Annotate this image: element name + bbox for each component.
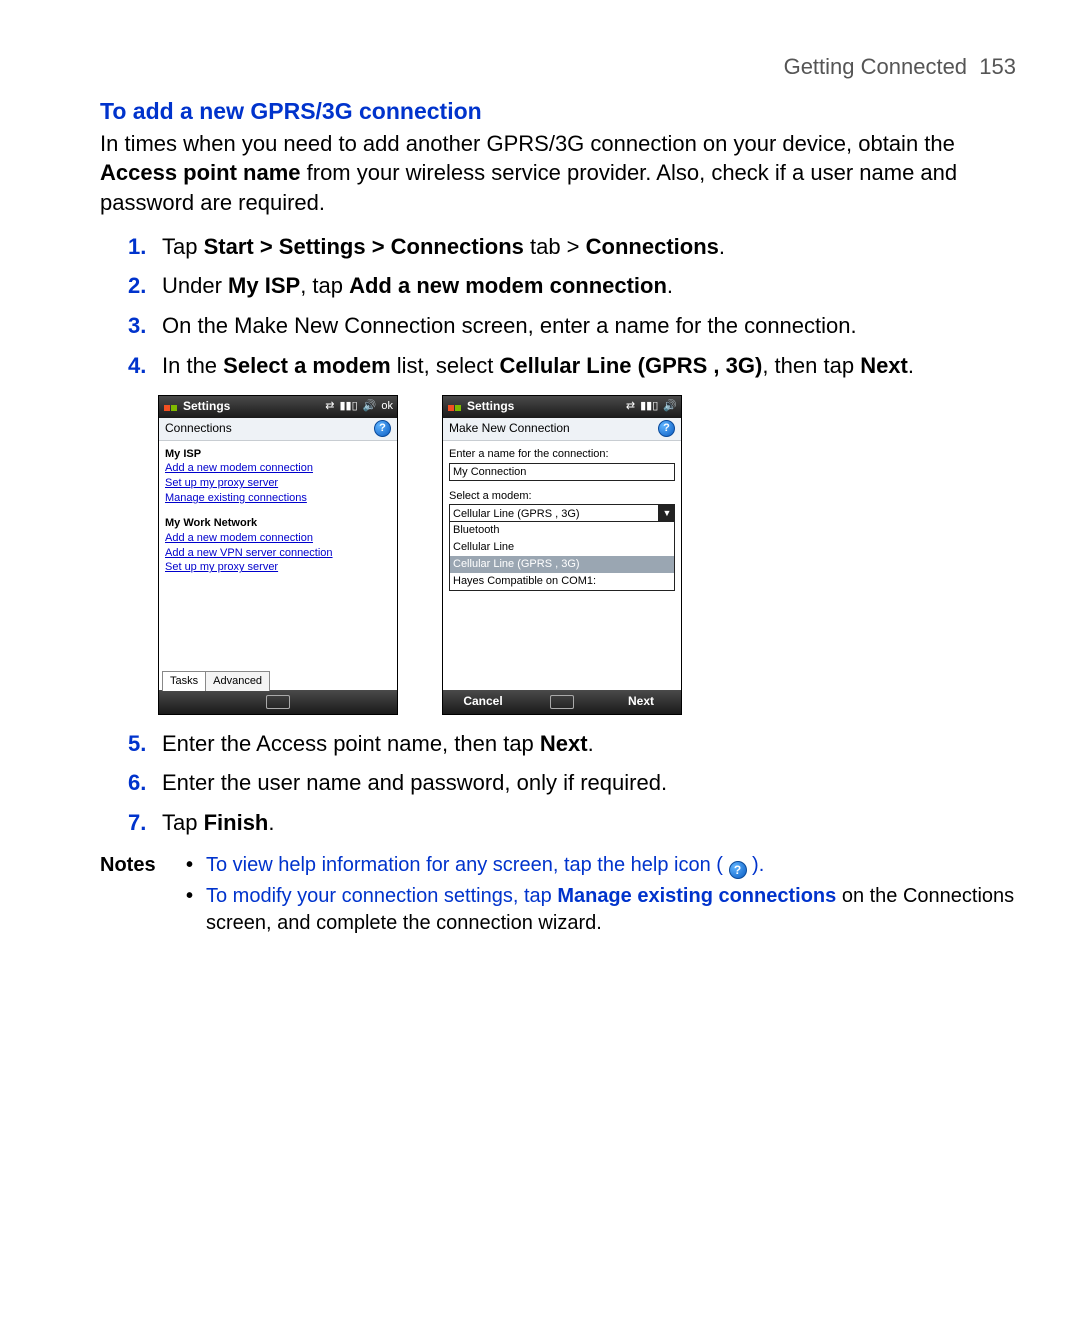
subheader-title: Connections <box>165 420 232 436</box>
my-isp-heading: My ISP <box>165 447 391 462</box>
combo-dropdown-button[interactable]: ▼ <box>659 504 675 522</box>
subheader: Make New Connection ? <box>443 418 681 441</box>
subheader-title: Make New Connection <box>449 420 570 436</box>
signal-icon: ▮▮▯ <box>640 399 658 414</box>
step-5: 5. Enter the Access point name, then tap… <box>128 729 1016 759</box>
step-1: 1. Tap Start > Settings > Connections ta… <box>128 232 1016 262</box>
section-title: To add a new GPRS/3G connection <box>100 96 1016 127</box>
tab-tasks[interactable]: Tasks <box>162 671 206 691</box>
connection-name-input[interactable] <box>449 463 675 481</box>
modem-combo[interactable]: Cellular Line (GPRS , 3G) <box>449 504 659 522</box>
work-link-add-vpn[interactable]: Add a new VPN server connection <box>165 546 391 561</box>
status-icons: ⇄ ▮▮▯ 🔊 ok <box>325 399 393 414</box>
isp-link-manage[interactable]: Manage existing connections <box>165 491 391 506</box>
chapter-title: Getting Connected <box>784 54 967 79</box>
step-2: 2. Under My ISP, tap Add a new modem con… <box>128 271 1016 301</box>
signal-icon: ▮▮▯ <box>340 399 358 414</box>
name-label: Enter a name for the connection: <box>449 447 675 462</box>
start-icon[interactable] <box>163 400 177 414</box>
work-link-add-modem[interactable]: Add a new modem connection <box>165 531 391 546</box>
page-number: 153 <box>979 54 1016 79</box>
page-header: Getting Connected 153 <box>100 52 1016 82</box>
tab-advanced[interactable]: Advanced <box>205 671 270 691</box>
note-2: To modify your connection settings, tap … <box>186 883 1016 937</box>
step-list: 1. Tap Start > Settings > Connections ta… <box>100 232 1016 381</box>
intro-paragraph: In times when you need to add another GP… <box>100 129 1016 218</box>
titlebar: Settings ⇄ ▮▮▯ 🔊 ok <box>159 396 397 418</box>
help-icon[interactable]: ? <box>374 420 391 437</box>
notes-section: Notes To view help information for any s… <box>100 852 1016 941</box>
help-icon: ? <box>729 861 747 879</box>
notes-label: Notes <box>100 852 186 879</box>
connections-body: My ISP Add a new modem connection Set up… <box>159 441 397 670</box>
modem-option-bluetooth[interactable]: Bluetooth <box>450 522 674 539</box>
step-7: 7. Tap Finish. <box>128 808 1016 838</box>
step-4: 4. In the Select a modem list, select Ce… <box>128 351 1016 381</box>
modem-dropdown-list: Bluetooth Cellular Line Cellular Line (G… <box>449 522 675 590</box>
modem-label: Select a modem: <box>449 489 675 504</box>
keyboard-icon[interactable] <box>266 695 290 709</box>
volume-icon: 🔊 <box>363 399 377 414</box>
status-icons: ⇄ ▮▮▯ 🔊 <box>626 399 677 414</box>
new-connection-body: Enter a name for the connection: Select … <box>443 441 681 690</box>
titlebar: Settings ⇄ ▮▮▯ 🔊 <box>443 396 681 418</box>
subheader: Connections ? <box>159 418 397 441</box>
step-list-continued: 5. Enter the Access point name, then tap… <box>100 729 1016 838</box>
keyboard-icon[interactable] <box>550 695 574 709</box>
isp-link-proxy[interactable]: Set up my proxy server <box>165 476 391 491</box>
titlebar-title: Settings <box>183 398 230 414</box>
work-link-proxy[interactable]: Set up my proxy server <box>165 560 391 575</box>
step-6: 6. Enter the user name and password, onl… <box>128 768 1016 798</box>
notes-bullets: To view help information for any screen,… <box>186 852 1016 941</box>
my-work-heading: My Work Network <box>165 516 391 531</box>
screenshot-row: Settings ⇄ ▮▮▯ 🔊 ok Connections ? My ISP… <box>158 395 1016 715</box>
cancel-button[interactable]: Cancel <box>443 693 523 709</box>
volume-icon: 🔊 <box>663 399 677 414</box>
ok-button[interactable]: ok <box>381 399 393 414</box>
modem-option-cellular[interactable]: Cellular Line <box>450 539 674 556</box>
manual-page: Getting Connected 153 To add a new GPRS/… <box>0 0 1080 1327</box>
bottom-bar <box>159 690 397 714</box>
step-3: 3. On the Make New Connection screen, en… <box>128 311 1016 341</box>
tab-row: Tasks Advanced <box>159 670 397 690</box>
connectivity-icon: ⇄ <box>325 399 334 414</box>
screenshot-new-connection: Settings ⇄ ▮▮▯ 🔊 Make New Connection ? E… <box>442 395 682 715</box>
note-1: To view help information for any screen,… <box>186 852 1016 879</box>
modem-option-hayes[interactable]: Hayes Compatible on COM1: <box>450 573 674 590</box>
help-icon[interactable]: ? <box>658 420 675 437</box>
connectivity-icon: ⇄ <box>626 399 635 414</box>
titlebar-title: Settings <box>467 398 514 414</box>
next-button[interactable]: Next <box>601 693 681 709</box>
modem-option-gprs-3g[interactable]: Cellular Line (GPRS , 3G) <box>450 556 674 573</box>
start-icon[interactable] <box>447 400 461 414</box>
bottom-bar: Cancel Next <box>443 690 681 714</box>
isp-link-add-modem[interactable]: Add a new modem connection <box>165 461 391 476</box>
screenshot-connections: Settings ⇄ ▮▮▯ 🔊 ok Connections ? My ISP… <box>158 395 398 715</box>
